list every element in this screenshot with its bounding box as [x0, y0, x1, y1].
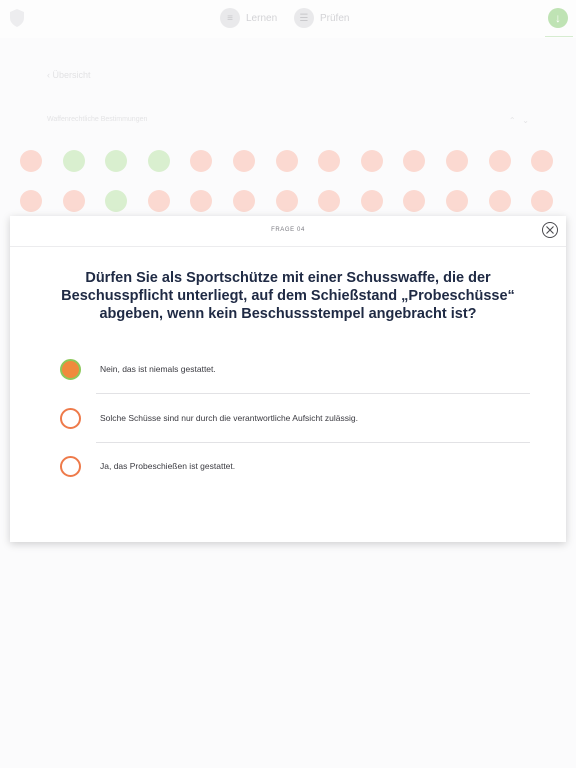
- question-bubble[interactable]: [403, 190, 426, 212]
- question-modal: FRAGE 04 Dürfen Sie als Sportschütze mit…: [10, 216, 566, 542]
- answer-text: Nein, das ist niemals gestattet.: [100, 364, 216, 374]
- category-label: Waffenrechtliche Bestimmungen: [47, 116, 148, 123]
- checklist-icon: ☰: [294, 8, 314, 28]
- question-bubble[interactable]: [232, 150, 255, 172]
- chevron-up-down-icon: ⌃ ⌄: [508, 116, 529, 125]
- question-bubble[interactable]: [318, 150, 341, 172]
- question-bubble[interactable]: [531, 150, 554, 172]
- radio-selected-icon[interactable]: [60, 359, 81, 380]
- question-bubble[interactable]: [275, 150, 298, 172]
- nav-learn[interactable]: ≡ Lernen: [220, 8, 277, 28]
- close-icon: [546, 226, 554, 234]
- category-selector[interactable]: Waffenrechtliche Bestimmungen ⌃ ⌄: [47, 116, 529, 125]
- question-bubble[interactable]: [488, 150, 511, 172]
- question-bubble[interactable]: [360, 190, 383, 212]
- nav-learn-label: Lernen: [246, 12, 278, 24]
- question-bubble[interactable]: [531, 190, 554, 212]
- back-link[interactable]: ‹ Übersicht: [47, 70, 91, 80]
- close-button[interactable]: [542, 222, 558, 238]
- question-number-label: FRAGE 04: [271, 227, 305, 233]
- question-bubble[interactable]: [318, 190, 341, 212]
- question-bubble[interactable]: [190, 190, 213, 212]
- question-bubble[interactable]: [445, 190, 468, 212]
- answer-option[interactable]: Ja, das Probeschießen ist gestattet.: [10, 443, 566, 491]
- nav-test[interactable]: ☰ Prüfen: [294, 8, 349, 28]
- answer-text: Ja, das Probeschießen ist gestattet.: [100, 461, 236, 471]
- question-bubble[interactable]: [62, 150, 85, 172]
- question-bubble[interactable]: [232, 190, 255, 212]
- modal-header: FRAGE 04: [10, 216, 566, 247]
- question-bubble[interactable]: [105, 190, 128, 212]
- answer-option[interactable]: Nein, das ist niemals gestattet.: [10, 346, 566, 394]
- top-navigation-bar: ≡ Lernen ☰ Prüfen ↓: [0, 0, 576, 38]
- nav-test-label: Prüfen: [320, 12, 350, 24]
- radio-unselected-icon[interactable]: [60, 407, 81, 429]
- question-bubble[interactable]: [147, 190, 170, 212]
- question-text: Dürfen Sie als Sportschütze mit einer Sc…: [61, 270, 515, 322]
- shield-logo-icon: [10, 9, 24, 27]
- question-bubble[interactable]: [488, 190, 511, 212]
- question-bubble[interactable]: [62, 190, 85, 212]
- profile-underline: [545, 36, 573, 37]
- question-bubble[interactable]: [20, 150, 42, 172]
- book-icon: ≡: [220, 8, 240, 28]
- question-bubble[interactable]: [360, 150, 383, 172]
- question-overview-grid: [20, 150, 560, 212]
- question-bubble[interactable]: [20, 190, 42, 212]
- radio-unselected-icon[interactable]: [60, 456, 81, 477]
- question-bubble[interactable]: [275, 190, 298, 212]
- user-download-icon[interactable]: ↓: [548, 8, 568, 28]
- question-bubble[interactable]: [105, 150, 128, 172]
- question-bubble[interactable]: [403, 150, 426, 172]
- question-bubble[interactable]: [190, 150, 213, 172]
- question-bubble[interactable]: [147, 150, 170, 172]
- back-link-label: Übersicht: [52, 70, 91, 80]
- answer-text: Solche Schüsse sind nur durch die verant…: [100, 412, 358, 423]
- question-bubble[interactable]: [445, 150, 468, 172]
- answer-option[interactable]: Solche Schüsse sind nur durch die verant…: [10, 395, 566, 443]
